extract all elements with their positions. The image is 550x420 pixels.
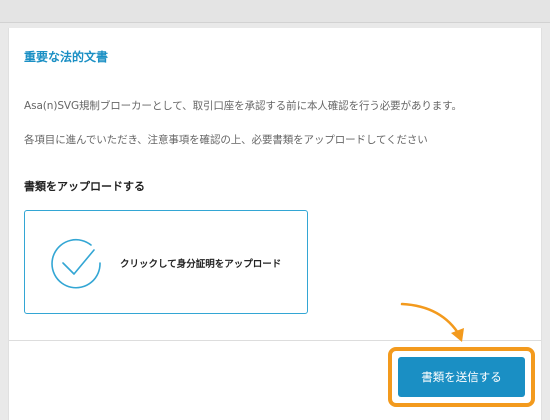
upload-section-title: 書類をアップロードする	[24, 180, 145, 193]
upload-label: クリックして身分証明をアップロード	[120, 259, 282, 270]
top-bar	[0, 0, 550, 23]
check-circle-icon	[51, 238, 101, 289]
id-upload-dropzone[interactable]: クリックして身分証明をアップロード	[24, 210, 308, 314]
intro-paragraph: Asa(n)SVG規制ブローカーとして、取引口座を承認する前に本人確認を行う必要…	[24, 100, 462, 112]
document-title: 重要な法的文書	[24, 50, 109, 64]
submit-documents-button[interactable]: 書類を送信する	[398, 357, 525, 397]
instruction-paragraph: 各項目に進んでいただき、注意事項を確認の上、必要書類をアップロードしてください	[24, 134, 428, 146]
pointer-arrow-icon	[400, 302, 464, 342]
